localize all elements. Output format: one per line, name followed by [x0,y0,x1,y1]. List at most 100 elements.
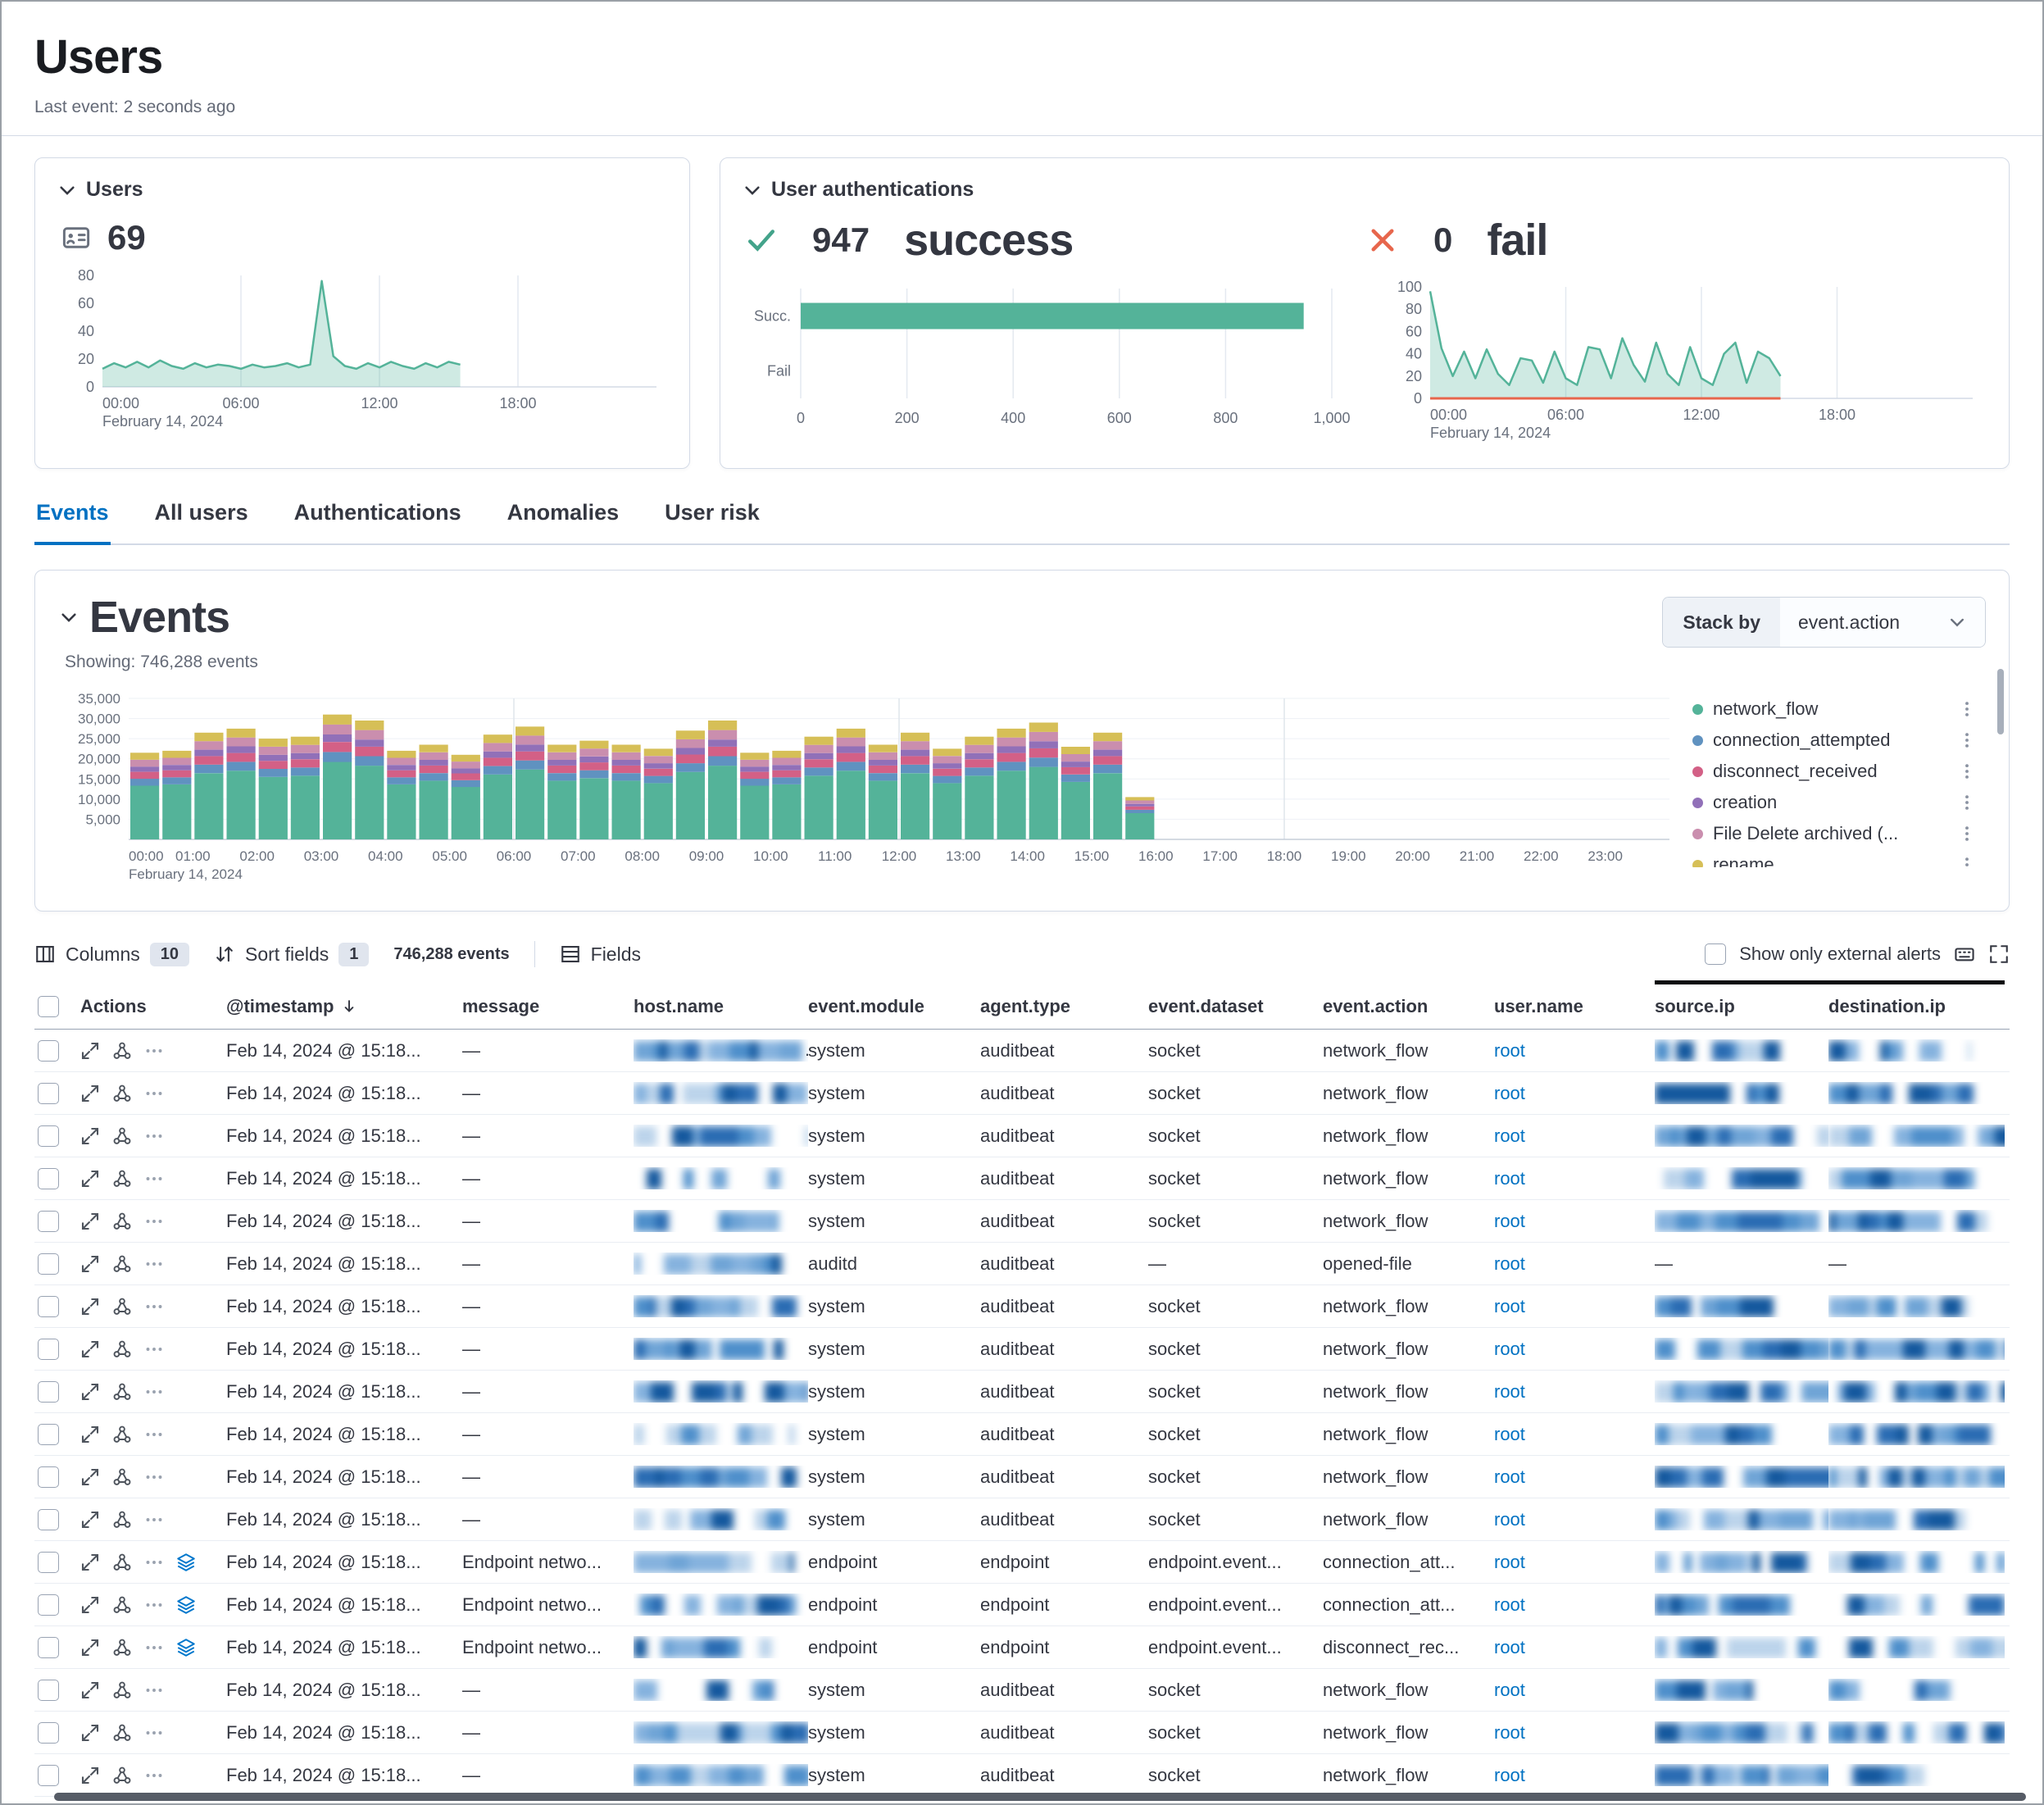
more-actions-icon[interactable] [144,1169,164,1189]
external-alerts-checkbox[interactable] [1705,943,1726,965]
row-checkbox[interactable] [38,1168,59,1189]
tab-events[interactable]: Events [34,500,111,545]
legend-scrollbar[interactable] [1997,669,2004,734]
expand-event-icon[interactable] [80,1680,100,1700]
tab-user-risk[interactable]: User risk [663,500,761,545]
expand-event-icon[interactable] [80,1595,100,1615]
more-actions-icon[interactable] [144,1041,164,1061]
more-actions-icon[interactable] [144,1425,164,1444]
row-checkbox[interactable] [38,1125,59,1147]
source-ip-cell[interactable] [1655,1210,1828,1232]
row-checkbox[interactable] [38,1040,59,1062]
user-name-cell[interactable]: root [1494,1125,1655,1147]
legend-menu-icon[interactable] [1958,700,1976,718]
analyze-event-icon[interactable] [112,1723,132,1743]
legend-item[interactable]: creation [1692,787,1976,818]
expand-event-icon[interactable] [80,1169,100,1189]
destination-ip-cell[interactable] [1828,1295,2005,1317]
sort-fields-button[interactable]: Sort fields 1 [214,943,369,966]
col-destination-ip[interactable]: destination.ip [1828,980,2005,1029]
legend-menu-icon[interactable] [1958,762,1976,780]
more-actions-icon[interactable] [144,1212,164,1231]
analyze-event-icon[interactable] [112,1041,132,1061]
stack-by-select[interactable]: event.action [1780,598,1985,647]
more-actions-icon[interactable] [144,1510,164,1530]
source-ip-cell[interactable] [1655,1636,1828,1658]
col-event-dataset[interactable]: event.dataset [1148,980,1323,1029]
analyze-event-icon[interactable] [112,1595,132,1615]
analyze-event-icon[interactable] [112,1638,132,1657]
destination-ip-cell[interactable] [1828,1466,2005,1488]
chevron-down-icon[interactable] [742,180,763,201]
host-name-cell[interactable] [634,1039,808,1062]
col-message[interactable]: message [462,980,634,1029]
expand-event-icon[interactable] [80,1212,100,1231]
analyze-event-icon[interactable] [112,1680,132,1700]
host-name-cell[interactable] [634,1764,808,1786]
destination-ip-cell[interactable] [1828,1423,2005,1445]
expand-event-icon[interactable] [80,1467,100,1487]
destination-ip-cell[interactable] [1828,1594,2005,1616]
more-actions-icon[interactable] [144,1553,164,1572]
analyze-event-icon[interactable] [112,1510,132,1530]
analyze-event-icon[interactable] [112,1553,132,1572]
col-host-name[interactable]: host.name [634,980,808,1029]
table-row[interactable]: Feb 14, 2024 @ 15:18...Endpoint netwo...… [34,1626,2010,1669]
legend-menu-icon[interactable] [1958,856,1976,867]
destination-ip-cell[interactable] [1828,1721,2005,1744]
source-ip-cell[interactable] [1655,1679,1828,1701]
row-checkbox[interactable] [38,1424,59,1445]
more-actions-icon[interactable] [144,1084,164,1103]
host-name-cell[interactable] [634,1508,808,1530]
user-name-cell[interactable]: root [1494,1552,1655,1573]
expand-event-icon[interactable] [80,1339,100,1359]
user-name-cell[interactable]: root [1494,1765,1655,1786]
row-checkbox[interactable] [38,1083,59,1104]
source-ip-cell[interactable] [1655,1380,1828,1403]
legend-menu-icon[interactable] [1958,825,1976,843]
more-actions-icon[interactable] [144,1297,164,1316]
analyze-event-icon[interactable] [112,1425,132,1444]
analyze-event-icon[interactable] [112,1126,132,1146]
user-name-cell[interactable]: root [1494,1680,1655,1701]
user-name-cell[interactable]: root [1494,1083,1655,1104]
expand-event-icon[interactable] [80,1084,100,1103]
row-checkbox[interactable] [38,1637,59,1658]
tab-authentications[interactable]: Authentications [293,500,463,545]
legend-item[interactable]: disconnect_received [1692,756,1976,787]
analyze-event-icon[interactable] [112,1766,132,1785]
source-ip-cell[interactable] [1655,1039,1828,1062]
row-checkbox[interactable] [38,1594,59,1616]
expand-event-icon[interactable] [80,1382,100,1402]
col-event-action[interactable]: event.action [1323,980,1494,1029]
expand-event-icon[interactable] [80,1638,100,1657]
table-row[interactable]: Feb 14, 2024 @ 15:18...—systemauditbeats… [34,1669,2010,1712]
analyze-event-icon[interactable] [112,1169,132,1189]
source-ip-cell[interactable] [1655,1338,1828,1360]
destination-ip-cell[interactable] [1828,1125,2005,1147]
col-source-ip[interactable]: source.ip [1655,980,1828,1029]
col-agent-type[interactable]: agent.type [980,980,1148,1029]
row-checkbox[interactable] [38,1509,59,1530]
legend-item[interactable]: connection_attempted [1692,725,1976,756]
table-row[interactable]: Feb 14, 2024 @ 15:18...—systemauditbeats… [34,1413,2010,1456]
expand-event-icon[interactable] [80,1126,100,1146]
analyze-event-icon[interactable] [112,1339,132,1359]
host-name-cell[interactable] [634,1551,808,1573]
analyze-event-icon[interactable] [112,1297,132,1316]
fullscreen-icon[interactable] [1988,943,2010,965]
row-checkbox[interactable] [38,1211,59,1232]
user-name-cell[interactable]: root [1494,1637,1655,1658]
user-name-cell[interactable]: root [1494,1381,1655,1403]
host-name-cell[interactable] [634,1253,808,1275]
fields-button[interactable]: Fields [560,943,641,966]
row-checkbox[interactable] [38,1552,59,1573]
destination-ip-cell[interactable] [1828,1764,2005,1786]
destination-ip-cell[interactable] [1828,1338,2005,1360]
destination-ip-cell[interactable] [1828,1636,2005,1658]
analyze-event-icon[interactable] [112,1254,132,1274]
table-row[interactable]: Feb 14, 2024 @ 15:18...—systemauditbeats… [34,1200,2010,1243]
destination-ip-cell[interactable] [1828,1167,2005,1189]
col-event-module[interactable]: event.module [808,980,980,1029]
expand-event-icon[interactable] [80,1553,100,1572]
